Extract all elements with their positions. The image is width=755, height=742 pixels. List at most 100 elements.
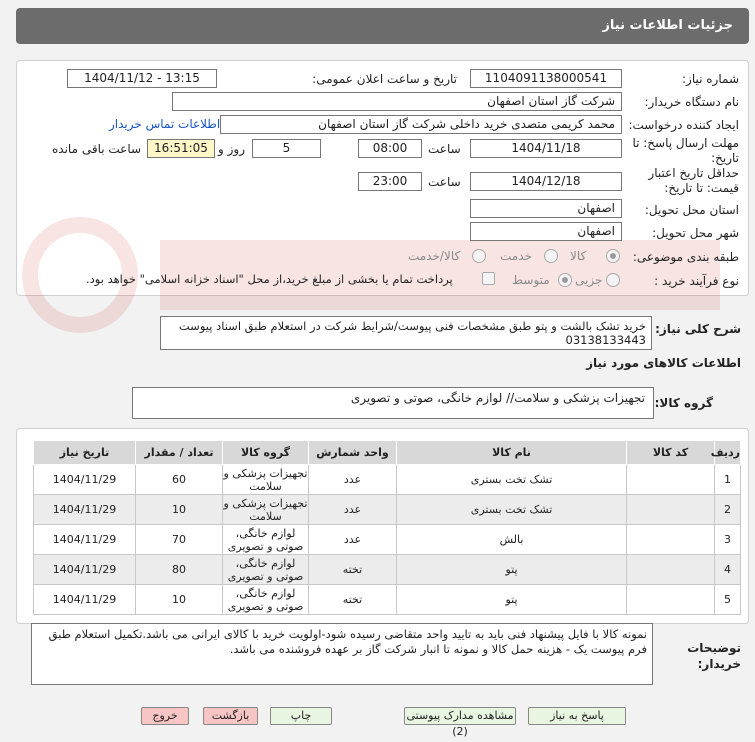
process-option-medium: متوسط [512,273,550,287]
province-label: استان محل تحویل: [644,203,739,217]
remaining-time-label: ساعت باقی مانده [52,142,142,156]
deadline-label: مهلت ارسال پاسخ: تا تاریخ: [632,136,739,165]
cell-qty: 10 [135,584,223,615]
page-title: جزئیات اطلاعات نیاز [602,18,733,33]
category-option-goods: کالا [570,249,587,263]
category-label: طبقه بندی موضوعی: [632,250,739,264]
cell-date: 1404/11/29 [33,554,136,585]
deadline-time-label: ساعت [428,142,461,156]
buyer-org-label: نام دستگاه خریدار: [644,95,740,109]
cell-qty: 10 [135,494,223,525]
col-name: نام کالا [396,440,627,465]
description-field: خرید تشک بالشت و پتو طبق مشخصات فنی پیوس… [160,316,652,350]
items-table: ردیف کد کالا نام کالا واحد شمارش گروه کا… [33,440,741,615]
cell-row: 4 [714,554,741,585]
page-header: جزئیات اطلاعات نیاز [16,8,749,44]
view-documents-button[interactable]: مشاهده مدارک پیوستی (2) [404,707,516,738]
back-button[interactable]: بازگشت [203,707,258,725]
cell-code [626,584,715,615]
treasury-checkbox[interactable] [482,272,495,285]
creator-field: محمد کریمی متصدی خرید داخلی شرکت گاز است… [220,115,622,134]
category-radio-service[interactable] [544,249,558,263]
category-radio-both[interactable] [472,249,486,263]
payment-note: پرداخت تمام یا بخشی از مبلغ خرید،از محل … [86,272,453,286]
category-option-both: کالا/خدمت [408,249,461,263]
days-field: 5 [252,139,321,158]
validity-time-field: 23:00 [358,172,422,191]
cell-date: 1404/11/29 [33,494,136,525]
cell-unit: تخته [308,554,397,585]
category-radio-goods[interactable] [606,249,620,263]
creator-label: ایجاد کننده درخواست: [628,118,739,132]
process-radio-medium[interactable] [558,273,572,287]
province-field: اصفهان [470,199,622,218]
col-code: کد کالا [626,440,715,465]
description-text: خرید تشک بالشت و پتو طبق مشخصات فنی پیوس… [178,319,646,347]
cell-group: تجهیزات پزشکی و سلامت [222,464,309,495]
col-row: ردیف [711,440,741,465]
cell-group: لوازم خانگی، صوتی و تصویری [222,554,309,585]
cell-unit: عدد [308,464,397,495]
deadline-date-field: 1404/11/18 [470,139,622,158]
remaining-time-field: 16:51:05 [147,139,215,158]
validity-time-label: ساعت [428,175,461,189]
buyer-notes-field: نمونه کالا با فایل پیشنهاد فنی باید به ت… [31,623,653,685]
col-group: گروه کالا [222,440,309,465]
description-label: شرح کلی نیاز: [655,322,741,336]
cell-code [626,524,715,555]
buyer-org-field: شرکت گاز استان اصفهان [172,92,622,111]
table-header-row: ردیف کد کالا نام کالا واحد شمارش گروه کا… [33,440,741,465]
buyer-notes-label: توضیحات خریدار: [687,641,741,671]
respond-button[interactable]: پاسخ به نیاز [528,707,626,725]
cell-group: تجهیزات پزشکی و سلامت [222,494,309,525]
cell-unit: عدد [308,524,397,555]
need-number-field: 1104091138000541 [470,69,622,88]
cell-name: بالش [396,524,627,555]
buyer-notes-text: نمونه کالا با فایل پیشنهاد فنی باید به ت… [48,627,647,656]
validity-label: حداقل تاریخ اعتبار قیمت: تا تاریخ: [648,166,739,195]
cell-name: تشک تخت بستری [396,494,627,525]
announce-date-label: تاریخ و ساعت اعلان عمومی: [312,72,457,86]
contact-info-link[interactable]: اطلاعات تماس خریدار [109,117,220,131]
cell-name: تشک تخت بستری [396,464,627,495]
cell-row: 5 [714,584,741,615]
col-qty: تعداد / مقدار [135,440,223,465]
goods-group-field: تجهیزات پزشکی و سلامت// لوازم خانگی، صوت… [132,387,654,419]
cell-name: پتو [396,584,627,615]
cell-name: پتو [396,554,627,585]
days-label: روز و [218,142,245,156]
cell-date: 1404/11/29 [33,464,136,495]
table-row: 5 پتو تخته لوازم خانگی، صوتی و تصویری 10… [33,584,741,615]
print-button[interactable]: چاپ [270,707,332,725]
col-date: تاریخ نیاز [33,440,136,465]
process-radio-minor[interactable] [606,273,620,287]
deadline-time-field: 08:00 [358,139,422,158]
exit-button[interactable]: خروج [141,707,189,725]
validity-date-field: 1404/12/18 [470,172,622,191]
cell-code [626,494,715,525]
cell-qty: 60 [135,464,223,495]
cell-date: 1404/11/29 [33,524,136,555]
cell-row: 1 [714,464,741,495]
cell-code [626,554,715,585]
city-label: شهر محل تحویل: [652,226,739,240]
city-field: اصفهان [470,222,622,241]
cell-code [626,464,715,495]
goods-group-label: گروه کالا: [654,396,713,410]
process-type-label: نوع فرآیند خرید : [654,274,739,288]
cell-date: 1404/11/29 [33,584,136,615]
cell-qty: 80 [135,554,223,585]
cell-unit: تخته [308,584,397,615]
table-row: 4 پتو تخته لوازم خانگی، صوتی و تصویری 80… [33,554,741,585]
goods-info-title: اطلاعات کالاهای مورد نیاز [586,356,741,370]
announce-date-field: 1404/11/12 - 13:15 [67,69,217,88]
cell-qty: 70 [135,524,223,555]
cell-row: 3 [714,524,741,555]
table-row: 2 تشک تخت بستری عدد تجهیزات پزشکی و سلام… [33,494,741,525]
category-option-service: خدمت [500,249,532,263]
cell-row: 2 [714,494,741,525]
table-row: 1 تشک تخت بستری عدد تجهیزات پزشکی و سلام… [33,464,741,495]
cell-group: لوازم خانگی، صوتی و تصویری [222,584,309,615]
need-number-label: شماره نیاز: [682,72,739,86]
process-option-minor: جزیی [575,273,603,287]
